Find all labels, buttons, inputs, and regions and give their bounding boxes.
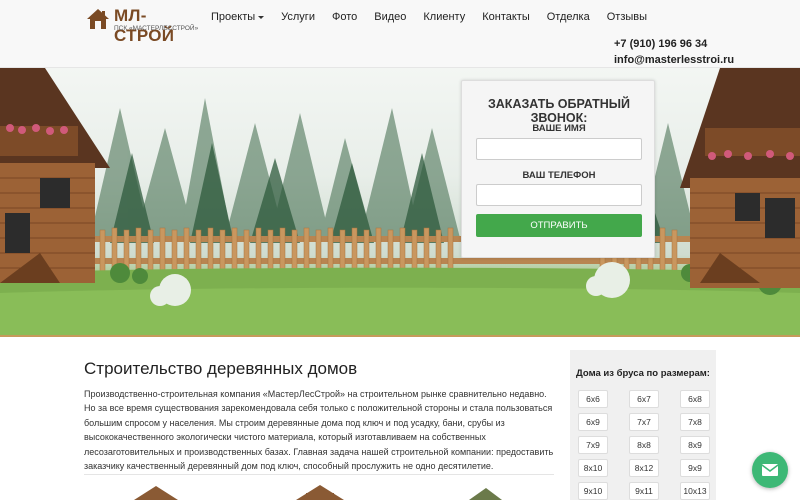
main-nav: Проекты Услуги Фото Видео Клиенту Контак… bbox=[211, 11, 664, 23]
size-button[interactable]: 7x8 bbox=[680, 413, 710, 431]
size-button[interactable]: 7x9 bbox=[578, 436, 608, 454]
house-logo-icon bbox=[87, 9, 109, 29]
page-title: Строительство деревянных домов bbox=[84, 359, 358, 378]
sidebar-title: Дома из бруса по размерам: bbox=[576, 368, 710, 379]
size-button[interactable]: 8x12 bbox=[629, 459, 659, 477]
sizes-sidebar: Дома из бруса по размерам: 6x6 6x7 6x8 6… bbox=[570, 350, 716, 500]
size-button[interactable]: 6x6 bbox=[578, 390, 608, 408]
nav-item-photo[interactable]: Фото bbox=[332, 11, 357, 23]
size-button[interactable]: 10x13 bbox=[680, 482, 710, 500]
site-logo[interactable]: МЛ-СТРОЙ ПСК «МАСТЕРЛЕССТРОЙ» bbox=[86, 6, 199, 45]
size-button[interactable]: 6x9 bbox=[578, 413, 608, 431]
intro-paragraph: Производственно-строительная компания «М… bbox=[84, 389, 554, 472]
size-grid: 6x6 6x7 6x8 6x9 7x7 7x8 7x9 8x8 8x9 8x10… bbox=[578, 390, 710, 500]
logo-subtitle: ПСК «МАСТЕРЛЕССТРОЙ» bbox=[114, 25, 199, 32]
house-thumbnail bbox=[469, 488, 502, 500]
nav-item-video[interactable]: Видео bbox=[374, 11, 406, 23]
divider bbox=[84, 474, 554, 475]
nav-item-contacts[interactable]: Контакты bbox=[482, 11, 530, 23]
size-button[interactable]: 9x11 bbox=[629, 482, 659, 500]
size-button[interactable]: 9x9 bbox=[680, 459, 710, 477]
callback-form: ЗАКАЗАТЬ ОБРАТНЫЙ ЗВОНОК: ВАШЕ ИМЯ ВАШ Т… bbox=[461, 80, 655, 258]
header-phone[interactable]: +7 (910) 196 96 34 bbox=[614, 38, 707, 50]
nav-item-finishing[interactable]: Отделка bbox=[547, 11, 590, 23]
callback-form-title: ЗАКАЗАТЬ ОБРАТНЫЙ ЗВОНОК: bbox=[487, 97, 631, 125]
size-button[interactable]: 6x7 bbox=[629, 390, 659, 408]
phone-label: ВАШ ТЕЛЕФОН bbox=[522, 170, 596, 181]
mail-icon bbox=[761, 464, 779, 476]
chevron-down-icon bbox=[258, 15, 265, 19]
chat-button[interactable] bbox=[752, 452, 788, 488]
house-thumbnail bbox=[134, 486, 178, 500]
hero-banner: ЗАКАЗАТЬ ОБРАТНЫЙ ЗВОНОК: ВАШЕ ИМЯ ВАШ Т… bbox=[0, 68, 800, 337]
name-label: ВАШЕ ИМЯ bbox=[532, 123, 586, 134]
phone-input[interactable] bbox=[476, 184, 642, 206]
size-button[interactable]: 9x10 bbox=[578, 482, 608, 500]
size-button[interactable]: 8x9 bbox=[680, 436, 710, 454]
name-input[interactable] bbox=[476, 138, 642, 160]
nav-item-client[interactable]: Клиенту bbox=[423, 11, 465, 23]
size-button[interactable]: 7x7 bbox=[629, 413, 659, 431]
house-thumbnail bbox=[296, 485, 344, 500]
size-button[interactable]: 6x8 bbox=[680, 390, 710, 408]
site-header: МЛ-СТРОЙ ПСК «МАСТЕРЛЕССТРОЙ» Проекты Ус… bbox=[0, 0, 800, 68]
house-thumbnails bbox=[134, 485, 502, 500]
size-button[interactable]: 8x8 bbox=[629, 436, 659, 454]
nav-item-reviews[interactable]: Отзывы bbox=[607, 11, 647, 23]
submit-button[interactable]: ОТПРАВИТЬ bbox=[476, 214, 642, 237]
nav-item-services[interactable]: Услуги bbox=[281, 11, 315, 23]
hero-illustration bbox=[0, 68, 800, 335]
header-email[interactable]: info@masterlesstroi.ru bbox=[614, 54, 734, 66]
nav-item-projects[interactable]: Проекты bbox=[211, 11, 265, 23]
size-button[interactable]: 8x10 bbox=[578, 459, 608, 477]
